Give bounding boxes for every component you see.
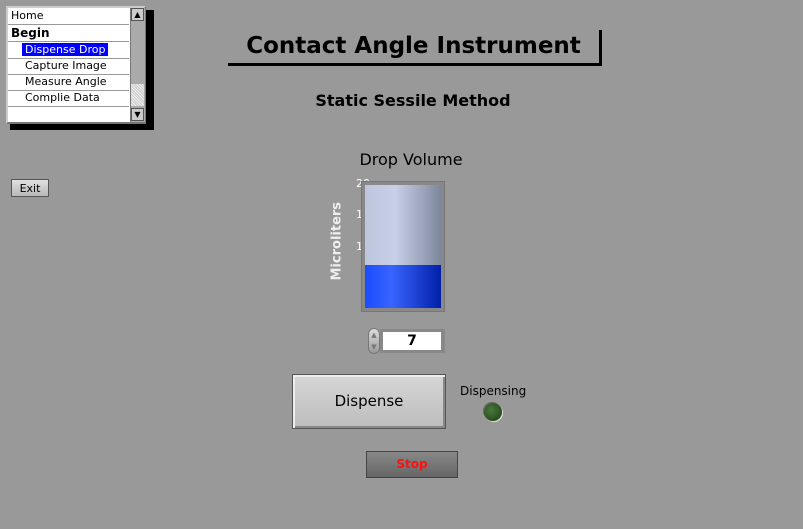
list-item-label: Measure Angle (25, 75, 107, 88)
volume-value[interactable]: 7 (383, 332, 441, 350)
tank-axis-label: Microliters (329, 201, 345, 281)
drop-volume-tank (361, 181, 445, 312)
list-item-label: Begin (11, 26, 50, 40)
list-item-label: Capture Image (25, 59, 107, 72)
list-item-label: Dispense Drop (22, 43, 109, 56)
page-title: Contact Angle Instrument (228, 30, 602, 66)
list-item-capture-image[interactable]: Capture Image (8, 58, 129, 75)
volume-numeric-input[interactable]: 7 (380, 329, 445, 353)
list-item-measure-angle[interactable]: Measure Angle (8, 74, 129, 91)
page-subtitle: Static Sessile Method (315, 91, 511, 110)
tank-fill (365, 264, 441, 308)
scroll-up-arrow-icon[interactable]: ▲ (131, 8, 144, 21)
dispense-button[interactable]: Dispense (292, 374, 446, 429)
dispensing-label: Dispensing (460, 384, 527, 398)
stop-button[interactable]: Stop (366, 451, 458, 478)
dispensing-led-indicator (484, 403, 502, 421)
list-item-label: Home (11, 9, 44, 22)
list-item-home[interactable]: Home (8, 8, 129, 25)
exit-button[interactable]: Exit (11, 179, 49, 197)
drop-volume-label: Drop Volume (359, 150, 463, 169)
list-item-begin[interactable]: Begin (8, 25, 129, 42)
volume-stepper-arrows[interactable]: ▲ ▼ (368, 328, 380, 354)
list-item-dispense-drop[interactable]: Dispense Drop (8, 42, 129, 59)
